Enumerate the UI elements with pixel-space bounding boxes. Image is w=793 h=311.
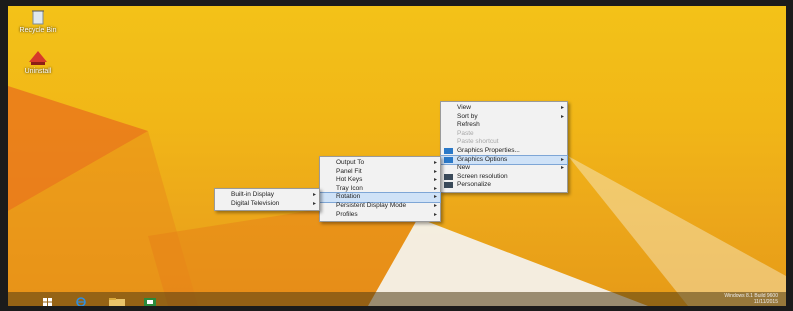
taskbar: Windows 8.1 Build 9600 11/11/2015 [8,292,786,306]
menu-item-label: Persistent Display Mode [336,201,407,209]
monitor-frame: Recycle Bin Uninstall View ▸ Sort by ▸ Ref… [0,0,793,311]
menu-item-paste: Paste [441,130,567,139]
menu-item-label: Digital Television [231,199,280,207]
menu-item-label: Profiles [336,210,358,218]
menu-item-rotation[interactable]: Rotation ▸ [319,192,441,203]
menu-item-sort-by[interactable]: Sort by ▸ [441,113,567,122]
menu-item-label: New [457,164,471,172]
menu-item-label: Built-in Display [231,191,274,198]
file-explorer-icon[interactable] [108,294,126,306]
clock-line-2: 11/11/2015 [753,299,778,305]
desktop-context-menu: View ▸ Sort by ▸ Refresh Paste Paste short… [440,101,568,193]
output-to-submenu: Built-in Display ▸ Digital Television ▸ [214,188,320,212]
menu-item-label: Personalize [457,181,491,189]
menu-item-label: Screen resolution [457,172,508,180]
desktop-icon-recycle-bin[interactable]: Recycle Bin [12,9,64,34]
menu-item-new[interactable]: New ▸ [441,164,567,173]
menu-item-graphics-properties[interactable]: Graphics Properties... [441,147,567,156]
menu-item-label: Paste shortcut [457,138,499,146]
menu-item-hot-keys[interactable]: Hot Keys ▸ [320,176,440,185]
chevron-right-icon: ▸ [433,160,437,166]
chevron-right-icon: ▸ [560,113,564,120]
chevron-right-icon: ▸ [433,168,437,175]
desktop[interactable]: Recycle Bin Uninstall View ▸ Sort by ▸ Ref… [8,6,786,306]
menu-item-output-to[interactable]: Output To ▸ [320,159,440,168]
menu-item-personalize[interactable]: Personalize [441,181,567,190]
chevron-right-icon: ▸ [312,192,316,198]
menu-item-label: Output To [336,159,365,166]
menu-item-label: Sort by [457,112,478,120]
menu-item-digital-television[interactable]: Digital Television ▸ [215,200,319,209]
desktop-icon-label: Uninstall [24,68,52,75]
menu-item-profiles[interactable]: Profiles ▸ [320,211,440,220]
desktop-icon-uninstall[interactable]: Uninstall [12,50,64,75]
intel-graphics-icon [444,147,453,154]
chevron-right-icon: ▸ [560,165,564,172]
chevron-right-icon: ▸ [560,156,564,163]
menu-item-tray-icon[interactable]: Tray Icon ▸ [320,185,440,194]
graphics-options-submenu: Output To ▸ Panel Fit ▸ Hot Keys ▸ Tray Ico… [319,156,441,223]
chevron-right-icon: ▸ [433,177,437,184]
personalize-icon [444,182,453,189]
menu-item-label: Panel Fit [336,167,362,175]
chevron-right-icon: ▸ [560,105,564,111]
menu-item-graphics-options[interactable]: Graphics Options ▸ [440,154,568,166]
menu-item-label: Rotation [336,193,361,201]
application-icon [28,50,48,66]
display-icon [444,173,453,180]
menu-item-label: Tray Icon [336,184,363,192]
recycle-bin-icon [28,9,48,25]
menu-item-label: Graphics Properties... [457,146,520,154]
menu-item-label: Hot Keys [336,176,363,184]
internet-explorer-icon[interactable] [74,294,88,306]
store-icon[interactable] [143,294,157,306]
menu-item-view[interactable]: View ▸ [441,104,567,113]
menu-item-paste-shortcut: Paste shortcut [441,138,567,147]
desktop-icon-label: Recycle Bin [19,27,57,34]
menu-item-label: Paste [457,129,474,137]
menu-item-built-in-display[interactable]: Built-in Display ▸ [215,191,319,200]
start-button-icon[interactable] [40,294,54,306]
chevron-right-icon: ▸ [433,185,437,192]
intel-graphics-icon [444,156,453,163]
menu-item-label: Graphics Options [457,155,508,163]
chevron-right-icon: ▸ [312,200,316,207]
menu-item-label: View [457,104,471,111]
menu-item-panel-fit[interactable]: Panel Fit ▸ [320,168,440,177]
menu-item-refresh[interactable]: Refresh [441,121,567,130]
menu-item-persistent-display-mode[interactable]: Persistent Display Mode ▸ [320,202,440,211]
chevron-right-icon: ▸ [433,211,437,218]
taskbar-clock[interactable]: Windows 8.1 Build 9600 11/11/2015 [724,293,778,305]
chevron-right-icon: ▸ [433,194,437,201]
menu-item-label: Refresh [457,121,480,129]
chevron-right-icon: ▸ [433,202,437,209]
menu-item-screen-resolution[interactable]: Screen resolution [441,173,567,182]
